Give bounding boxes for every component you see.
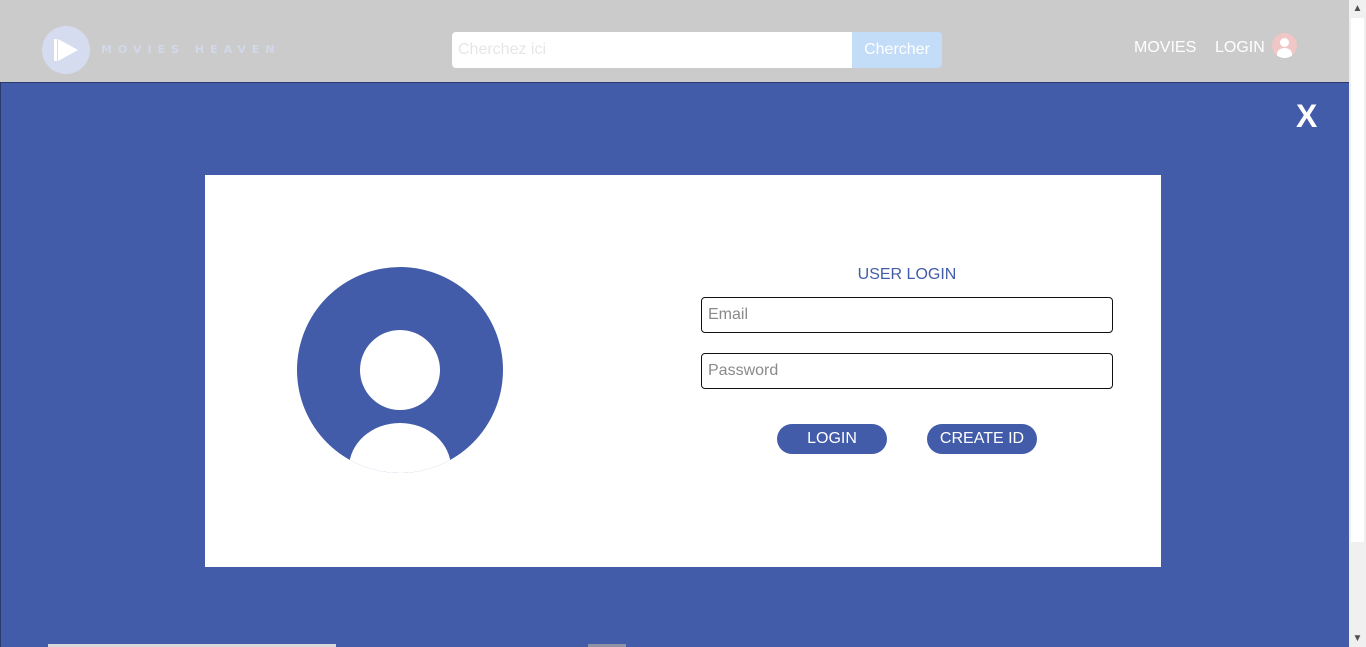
scroll-down-icon[interactable]: ▼ <box>1349 630 1366 647</box>
scrollbar-thumb[interactable] <box>1351 18 1364 542</box>
email-field[interactable] <box>701 297 1113 333</box>
site-header: MOVIES HEAVEN Chercher MOVIES LOGIN <box>0 0 1349 82</box>
form-title: USER LOGIN <box>857 266 957 283</box>
logo-play-icon[interactable] <box>42 26 90 74</box>
search-input[interactable] <box>452 32 852 68</box>
logo-text[interactable]: MOVIES HEAVEN <box>101 43 281 56</box>
close-modal-button[interactable]: X <box>1296 100 1317 132</box>
create-id-button[interactable]: CREATE ID <box>927 424 1037 454</box>
search-button[interactable]: Chercher <box>852 32 942 68</box>
user-avatar-icon[interactable] <box>1272 33 1297 58</box>
login-card: USER LOGIN LOGIN CREATE ID <box>205 175 1161 567</box>
nav-login-link[interactable]: LOGIN <box>1215 39 1265 57</box>
nav-movies-link[interactable]: MOVIES <box>1134 39 1196 57</box>
login-button[interactable]: LOGIN <box>777 424 887 454</box>
page-scrollbar[interactable]: ▲ ▼ <box>1349 0 1366 647</box>
user-placeholder-icon <box>297 267 503 473</box>
scroll-up-icon[interactable]: ▲ <box>1349 0 1366 17</box>
password-field[interactable] <box>701 353 1113 389</box>
